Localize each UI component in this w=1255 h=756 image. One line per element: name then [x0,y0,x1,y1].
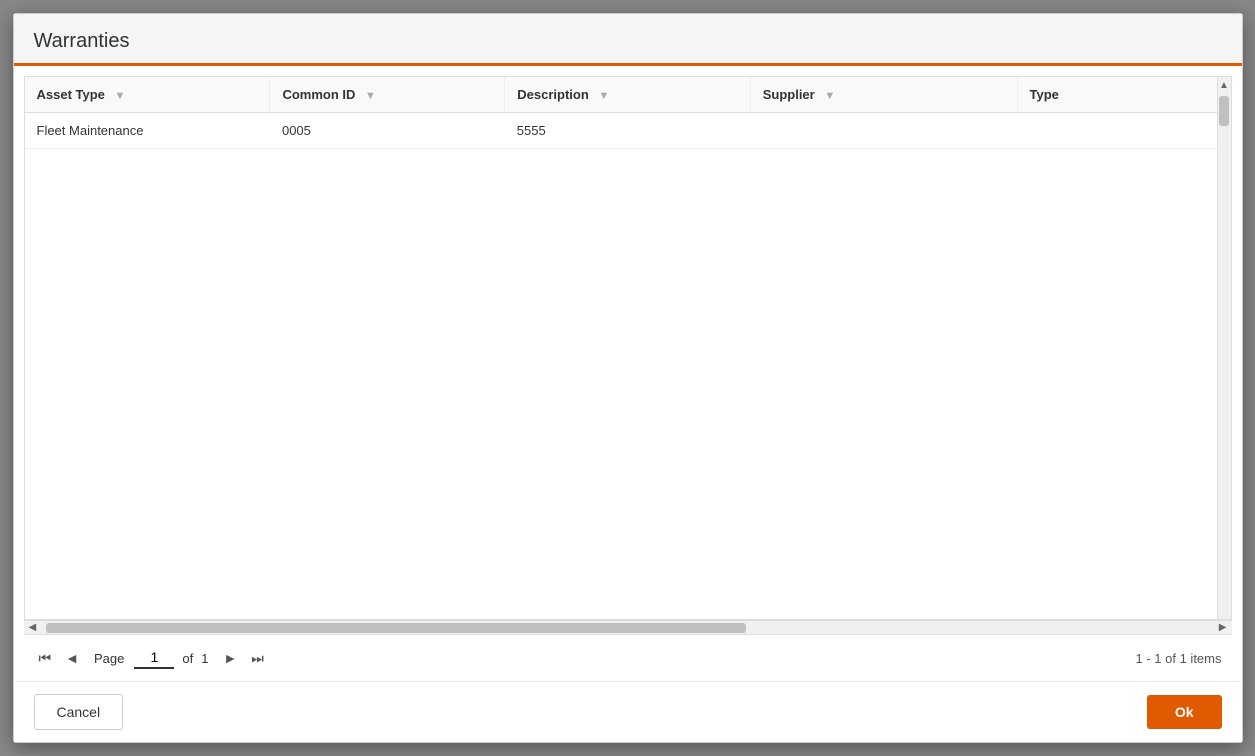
col-header-supplier: Supplier ▼ [750,77,1017,113]
items-info: 1 - 1 of 1 items [1136,651,1222,666]
dialog-title: Warranties [34,30,130,52]
table-header-row: Asset Type ▼ Common ID ▼ Description ▼ [25,77,1231,113]
page-label: Page [94,651,124,666]
col-header-type: Type [1017,77,1230,113]
cell-description: 5555 [505,113,750,149]
filter-icon-description[interactable]: ▼ [598,90,609,102]
cancel-button[interactable]: Cancel [34,694,124,730]
cell-supplier [750,113,1017,149]
page-navigation: ⏮ ◄ Page of 1 ► ⏭ [34,647,269,669]
dialog-footer: Cancel Ok [14,681,1242,742]
page-number-input[interactable] [134,647,174,669]
col-header-description: Description ▼ [505,77,750,113]
table-scroll-area[interactable]: Asset Type ▼ Common ID ▼ Description ▼ [25,77,1231,619]
filter-icon-asset-type[interactable]: ▼ [115,90,126,102]
col-header-asset-type: Asset Type ▼ [25,77,270,113]
pagination-bar: ⏮ ◄ Page of 1 ► ⏭ 1 - 1 of 1 items [24,634,1232,681]
dialog-body: ▲ Asset Type [14,66,1242,681]
scroll-right-arrow[interactable]: ▶ [1219,622,1227,633]
ok-button[interactable]: Ok [1147,695,1222,729]
cell-asset-type: Fleet Maintenance [25,113,270,149]
col-header-common-id: Common ID ▼ [270,77,505,113]
scroll-thumb-horizontal[interactable] [46,623,746,633]
last-page-button[interactable]: ⏭ [246,648,269,669]
dialog-header: Warranties [14,14,1242,66]
next-page-button[interactable]: ► [218,648,242,668]
cell-type [1017,113,1230,149]
filter-icon-common-id[interactable]: ▼ [365,90,376,102]
warranties-dialog: Warranties ▲ [13,13,1243,743]
horizontal-scrollbar[interactable]: ◀ ▶ [24,620,1232,634]
table-container: ▲ Asset Type [24,76,1232,620]
cell-common-id: 0005 [270,113,505,149]
scroll-left-arrow[interactable]: ◀ [29,622,37,633]
prev-page-button[interactable]: ◄ [60,648,84,668]
first-page-button[interactable]: ⏮ [34,648,57,669]
of-label: of [182,651,193,666]
total-pages: 1 [201,651,208,666]
vertical-scrollbar[interactable]: ▲ [1217,77,1231,619]
filter-icon-supplier[interactable]: ▼ [824,90,835,102]
table-row[interactable]: Fleet Maintenance00055555 [25,113,1231,149]
warranties-table: Asset Type ▼ Common ID ▼ Description ▼ [25,77,1231,149]
